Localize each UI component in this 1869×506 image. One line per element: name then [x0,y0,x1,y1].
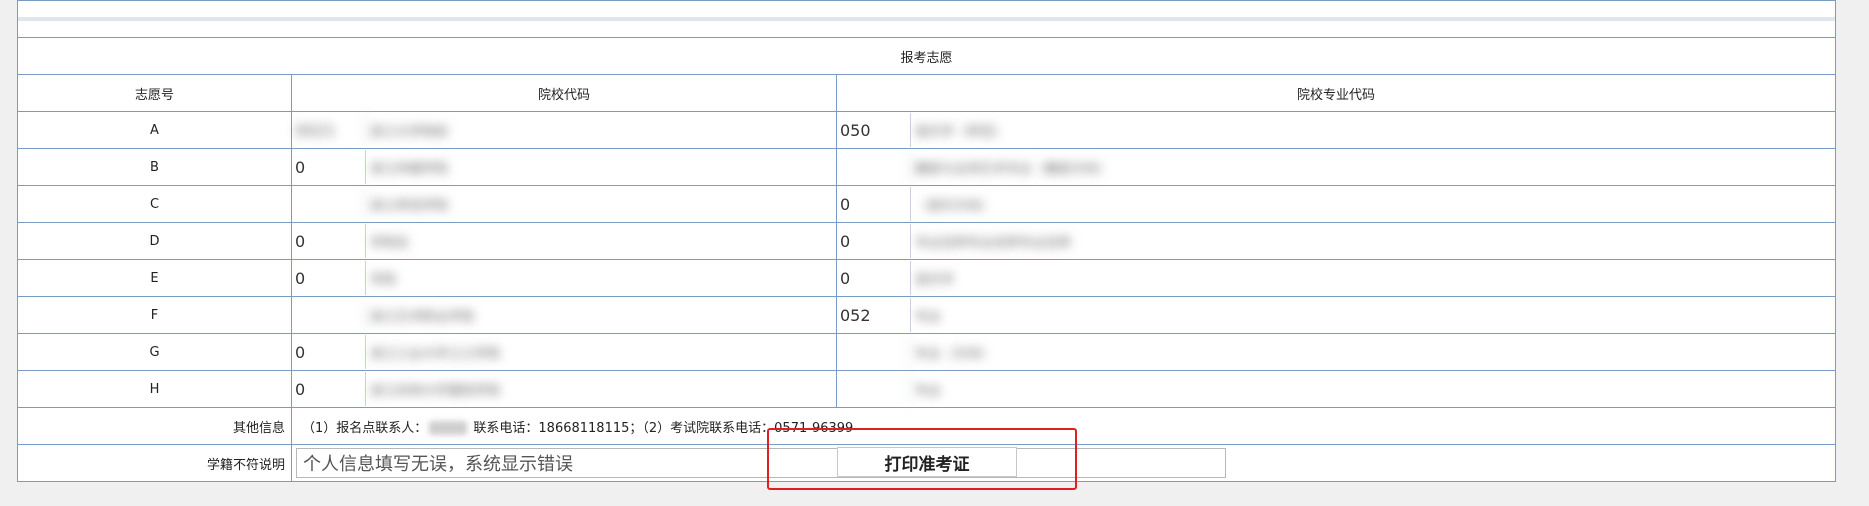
major-field: 0 音乐学 [837,260,1835,296]
choices-table: 报考志愿 志愿号 院校代码 院校专业代码 A 0021 浙江大学院校 050 音… [16,0,1837,482]
school-field: 0 学院名 [292,223,836,259]
header-row: 志愿号 院校代码 院校专业代码 [17,74,1837,112]
school-field: 0 浙江工业大学之江学院 [292,334,836,370]
application-form: 报考志愿 志愿号 院校代码 院校专业代码 A 0021 浙江大学院校 050 音… [16,0,1837,482]
school-name: 浙江工业大学之江学院 [370,346,501,362]
table-row: G 0 浙江工业大学之江学院 专业（方向） [17,333,1837,371]
header-choice-no: 志愿号 [17,74,292,112]
school-field: 0 浙江农林大学暨阳学院 [292,371,836,407]
print-admission-ticket-button[interactable]: 打印准考证 [837,447,1017,477]
choice-label: F [17,296,292,334]
table-row: H 0 浙江农林大学暨阳学院 专业 [17,370,1837,408]
table-row: E 0 学院 0 音乐学 [17,259,1837,297]
choice-label: E [17,259,292,297]
school-code-input[interactable]: 0 [292,261,366,295]
top-edge-row [16,0,1837,38]
major-name: 专业 [915,309,942,325]
section-title: 报考志愿 [16,37,1837,75]
major-name: 播音与主持艺术专业（播音方向） [915,161,1111,177]
school-field: 0 浙江传媒学院 [292,149,836,185]
major-field: 0 （音乐方向） [837,186,1835,222]
school-code-input[interactable]: 0 [292,150,366,184]
major-code-input[interactable]: 0 [837,187,911,221]
major-field: 0 专业名称专业名称专业名称 [837,223,1835,259]
header-major-code: 院校专业代码 [835,74,1837,112]
major-field: 专业 [837,371,1835,407]
school-field: 浙江艺术职业学院 [292,297,836,333]
major-code-input[interactable]: 0 [837,224,911,258]
school-field: 浙江师范学院 [292,186,836,222]
major-code-input[interactable]: 0 [837,261,911,295]
major-name: （音乐方向） [915,198,994,214]
major-code-input[interactable] [837,372,911,406]
other-info-prefix: （1）报名点联系人： [302,420,428,436]
table-row: A 0021 浙江大学院校 050 音乐学（师范） [17,111,1837,149]
major-name: 专业名称专业名称专业名称 [915,235,1072,251]
major-code-input[interactable] [837,335,911,369]
school-name: 学院 [370,272,397,288]
school-name: 浙江农林大学暨阳学院 [370,383,501,399]
note-input[interactable] [296,448,1226,478]
school-code-input[interactable]: 0021 [292,113,366,147]
school-code-input[interactable] [292,187,366,221]
school-name: 浙江传媒学院 [370,161,449,177]
school-code-input[interactable]: 0 [292,372,366,406]
section-title-row: 报考志愿 [16,37,1837,75]
school-code-input[interactable]: 0 [292,335,366,369]
major-name: 专业（方向） [915,346,994,362]
choice-label: C [17,185,292,223]
school-code-input[interactable]: 0 [292,224,366,258]
major-name: 专业 [915,383,942,399]
major-field: 播音与主持艺术专业（播音方向） [837,149,1835,185]
choice-label: H [17,370,292,408]
choice-label: D [17,222,292,260]
major-field: 专业（方向） [837,334,1835,370]
choice-label: A [17,111,292,149]
school-field: 0 学院 [292,260,836,296]
major-name: 音乐学 [915,272,955,288]
major-code-input[interactable] [837,150,911,184]
major-field: 050 音乐学（师范） [837,112,1835,148]
table-row: C 浙江师范学院 0 （音乐方向） [17,185,1837,223]
major-code-input[interactable]: 052 [837,298,911,332]
major-code-input[interactable]: 050 [837,113,911,147]
redacted-contact [429,421,468,435]
header-school-code: 院校代码 [291,74,837,112]
choice-label: G [17,333,292,371]
school-field: 0021 浙江大学院校 [292,112,836,148]
table-row: D 0 学院名 0 专业名称专业名称专业名称 [17,222,1837,260]
school-name: 学院名 [370,235,410,251]
table-row: B 0 浙江传媒学院 播音与主持艺术专业（播音方向） [17,148,1837,186]
other-info-label: 其他信息 [17,407,292,445]
major-field: 052 专业 [837,297,1835,333]
school-name: 浙江艺术职业学院 [370,309,475,325]
school-name: 浙江大学院校 [370,124,449,140]
school-name: 浙江师范学院 [370,198,449,214]
table-row: F 浙江艺术职业学院 052 专业 [17,296,1837,334]
note-label: 学籍不符说明 [17,444,292,482]
major-name: 音乐学（师范） [915,124,1007,140]
school-code-input[interactable] [292,298,366,332]
choice-label: B [17,148,292,186]
